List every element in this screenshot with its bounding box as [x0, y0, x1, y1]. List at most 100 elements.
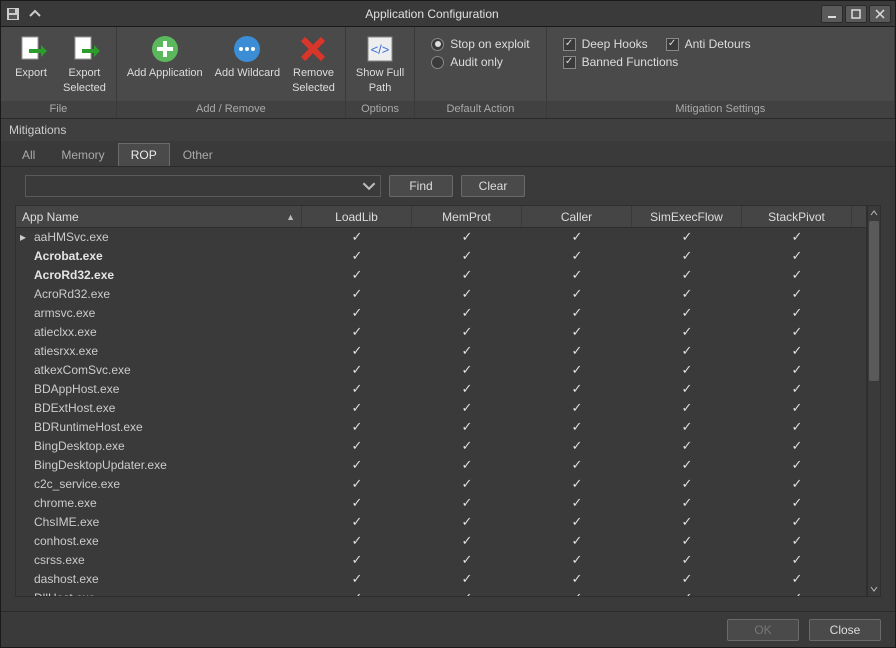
check-cell[interactable]: ✓	[632, 304, 742, 322]
table-row[interactable]: BDExtHost.exe✓✓✓✓✓	[16, 399, 866, 418]
check-cell[interactable]: ✓	[742, 285, 852, 303]
table-row[interactable]: csrss.exe✓✓✓✓✓	[16, 551, 866, 570]
table-row[interactable]: BingDesktop.exe✓✓✓✓✓	[16, 437, 866, 456]
check-cell[interactable]: ✓	[412, 285, 522, 303]
check-cell[interactable]: ✓	[522, 589, 632, 596]
column-header-caller[interactable]: Caller	[522, 206, 632, 227]
check-cell[interactable]: ✓	[632, 323, 742, 341]
column-header-memprot[interactable]: MemProt	[412, 206, 522, 227]
check-cell[interactable]: ✓	[742, 456, 852, 474]
check-cell[interactable]: ✓	[742, 570, 852, 588]
close-dialog-button[interactable]: Close	[809, 619, 881, 641]
table-row[interactable]: BDAppHost.exe✓✓✓✓✓	[16, 380, 866, 399]
check-cell[interactable]: ✓	[302, 589, 412, 596]
column-header-loadlib[interactable]: LoadLib	[302, 206, 412, 227]
check-cell[interactable]: ✓	[302, 380, 412, 398]
check-cell[interactable]: ✓	[742, 304, 852, 322]
check-cell[interactable]: ✓	[742, 361, 852, 379]
anti-detours-checkbox[interactable]: Anti Detours	[666, 37, 751, 51]
check-cell[interactable]: ✓	[302, 456, 412, 474]
table-row[interactable]: atieclxx.exe✓✓✓✓✓	[16, 323, 866, 342]
maximize-button[interactable]	[845, 5, 867, 23]
check-cell[interactable]: ✓	[522, 304, 632, 322]
check-cell[interactable]: ✓	[742, 494, 852, 512]
check-cell[interactable]: ✓	[632, 589, 742, 596]
table-row[interactable]: ▸aaHMSvc.exe✓✓✓✓✓	[16, 228, 866, 247]
check-cell[interactable]: ✓	[302, 570, 412, 588]
check-cell[interactable]: ✓	[412, 532, 522, 550]
table-row[interactable]: c2c_service.exe✓✓✓✓✓	[16, 475, 866, 494]
table-row[interactable]: atiesrxx.exe✓✓✓✓✓	[16, 342, 866, 361]
table-row[interactable]: armsvc.exe✓✓✓✓✓	[16, 304, 866, 323]
chevron-up-icon[interactable]	[27, 6, 43, 22]
clear-button[interactable]: Clear	[461, 175, 525, 197]
check-cell[interactable]: ✓	[522, 285, 632, 303]
check-cell[interactable]: ✓	[412, 361, 522, 379]
table-row[interactable]: AcroRd32.exe✓✓✓✓✓	[16, 266, 866, 285]
export-selected-button[interactable]: Export Selected	[59, 31, 110, 96]
check-cell[interactable]: ✓	[302, 228, 412, 246]
check-cell[interactable]: ✓	[632, 380, 742, 398]
check-cell[interactable]: ✓	[302, 437, 412, 455]
check-cell[interactable]: ✓	[742, 513, 852, 531]
check-cell[interactable]: ✓	[302, 399, 412, 417]
check-cell[interactable]: ✓	[412, 399, 522, 417]
check-cell[interactable]: ✓	[302, 475, 412, 493]
check-cell[interactable]: ✓	[742, 342, 852, 360]
column-header-stackpivot[interactable]: StackPivot	[742, 206, 852, 227]
check-cell[interactable]: ✓	[302, 513, 412, 531]
check-cell[interactable]: ✓	[302, 266, 412, 284]
check-cell[interactable]: ✓	[522, 342, 632, 360]
check-cell[interactable]: ✓	[522, 418, 632, 436]
check-cell[interactable]: ✓	[742, 532, 852, 550]
check-cell[interactable]: ✓	[522, 437, 632, 455]
check-cell[interactable]: ✓	[522, 323, 632, 341]
check-cell[interactable]: ✓	[742, 437, 852, 455]
check-cell[interactable]: ✓	[302, 304, 412, 322]
deep-hooks-checkbox[interactable]: Deep Hooks	[563, 37, 648, 51]
check-cell[interactable]: ✓	[742, 589, 852, 596]
table-row[interactable]: conhost.exe✓✓✓✓✓	[16, 532, 866, 551]
check-cell[interactable]: ✓	[522, 494, 632, 512]
minimize-button[interactable]	[821, 5, 843, 23]
check-cell[interactable]: ✓	[412, 266, 522, 284]
column-header-simexecflow[interactable]: SimExecFlow	[632, 206, 742, 227]
check-cell[interactable]: ✓	[522, 247, 632, 265]
check-cell[interactable]: ✓	[412, 589, 522, 596]
vertical-scrollbar[interactable]	[867, 205, 881, 597]
check-cell[interactable]: ✓	[522, 266, 632, 284]
table-row[interactable]: atkexComSvc.exe✓✓✓✓✓	[16, 361, 866, 380]
check-cell[interactable]: ✓	[412, 380, 522, 398]
check-cell[interactable]: ✓	[742, 228, 852, 246]
check-cell[interactable]: ✓	[302, 285, 412, 303]
check-cell[interactable]: ✓	[742, 399, 852, 417]
check-cell[interactable]: ✓	[302, 323, 412, 341]
check-cell[interactable]: ✓	[632, 513, 742, 531]
check-cell[interactable]: ✓	[412, 494, 522, 512]
check-cell[interactable]: ✓	[522, 456, 632, 474]
check-cell[interactable]: ✓	[632, 247, 742, 265]
check-cell[interactable]: ✓	[632, 228, 742, 246]
ok-button[interactable]: OK	[727, 619, 799, 641]
check-cell[interactable]: ✓	[412, 513, 522, 531]
add-application-button[interactable]: Add Application	[123, 31, 207, 82]
audit-only-radio[interactable]: Audit only	[431, 55, 529, 69]
check-cell[interactable]: ✓	[302, 342, 412, 360]
check-cell[interactable]: ✓	[632, 342, 742, 360]
check-cell[interactable]: ✓	[742, 551, 852, 569]
table-row[interactable]: DllHost.exe✓✓✓✓✓	[16, 589, 866, 596]
check-cell[interactable]: ✓	[522, 513, 632, 531]
save-icon[interactable]	[5, 6, 21, 22]
check-cell[interactable]: ✓	[632, 475, 742, 493]
table-row[interactable]: chrome.exe✓✓✓✓✓	[16, 494, 866, 513]
tab-rop[interactable]: ROP	[118, 143, 170, 166]
export-button[interactable]: Export	[7, 31, 55, 82]
check-cell[interactable]: ✓	[632, 532, 742, 550]
check-cell[interactable]: ✓	[632, 399, 742, 417]
table-row[interactable]: BingDesktopUpdater.exe✓✓✓✓✓	[16, 456, 866, 475]
check-cell[interactable]: ✓	[742, 418, 852, 436]
close-button[interactable]	[869, 5, 891, 23]
check-cell[interactable]: ✓	[632, 418, 742, 436]
check-cell[interactable]: ✓	[522, 570, 632, 588]
check-cell[interactable]: ✓	[412, 570, 522, 588]
